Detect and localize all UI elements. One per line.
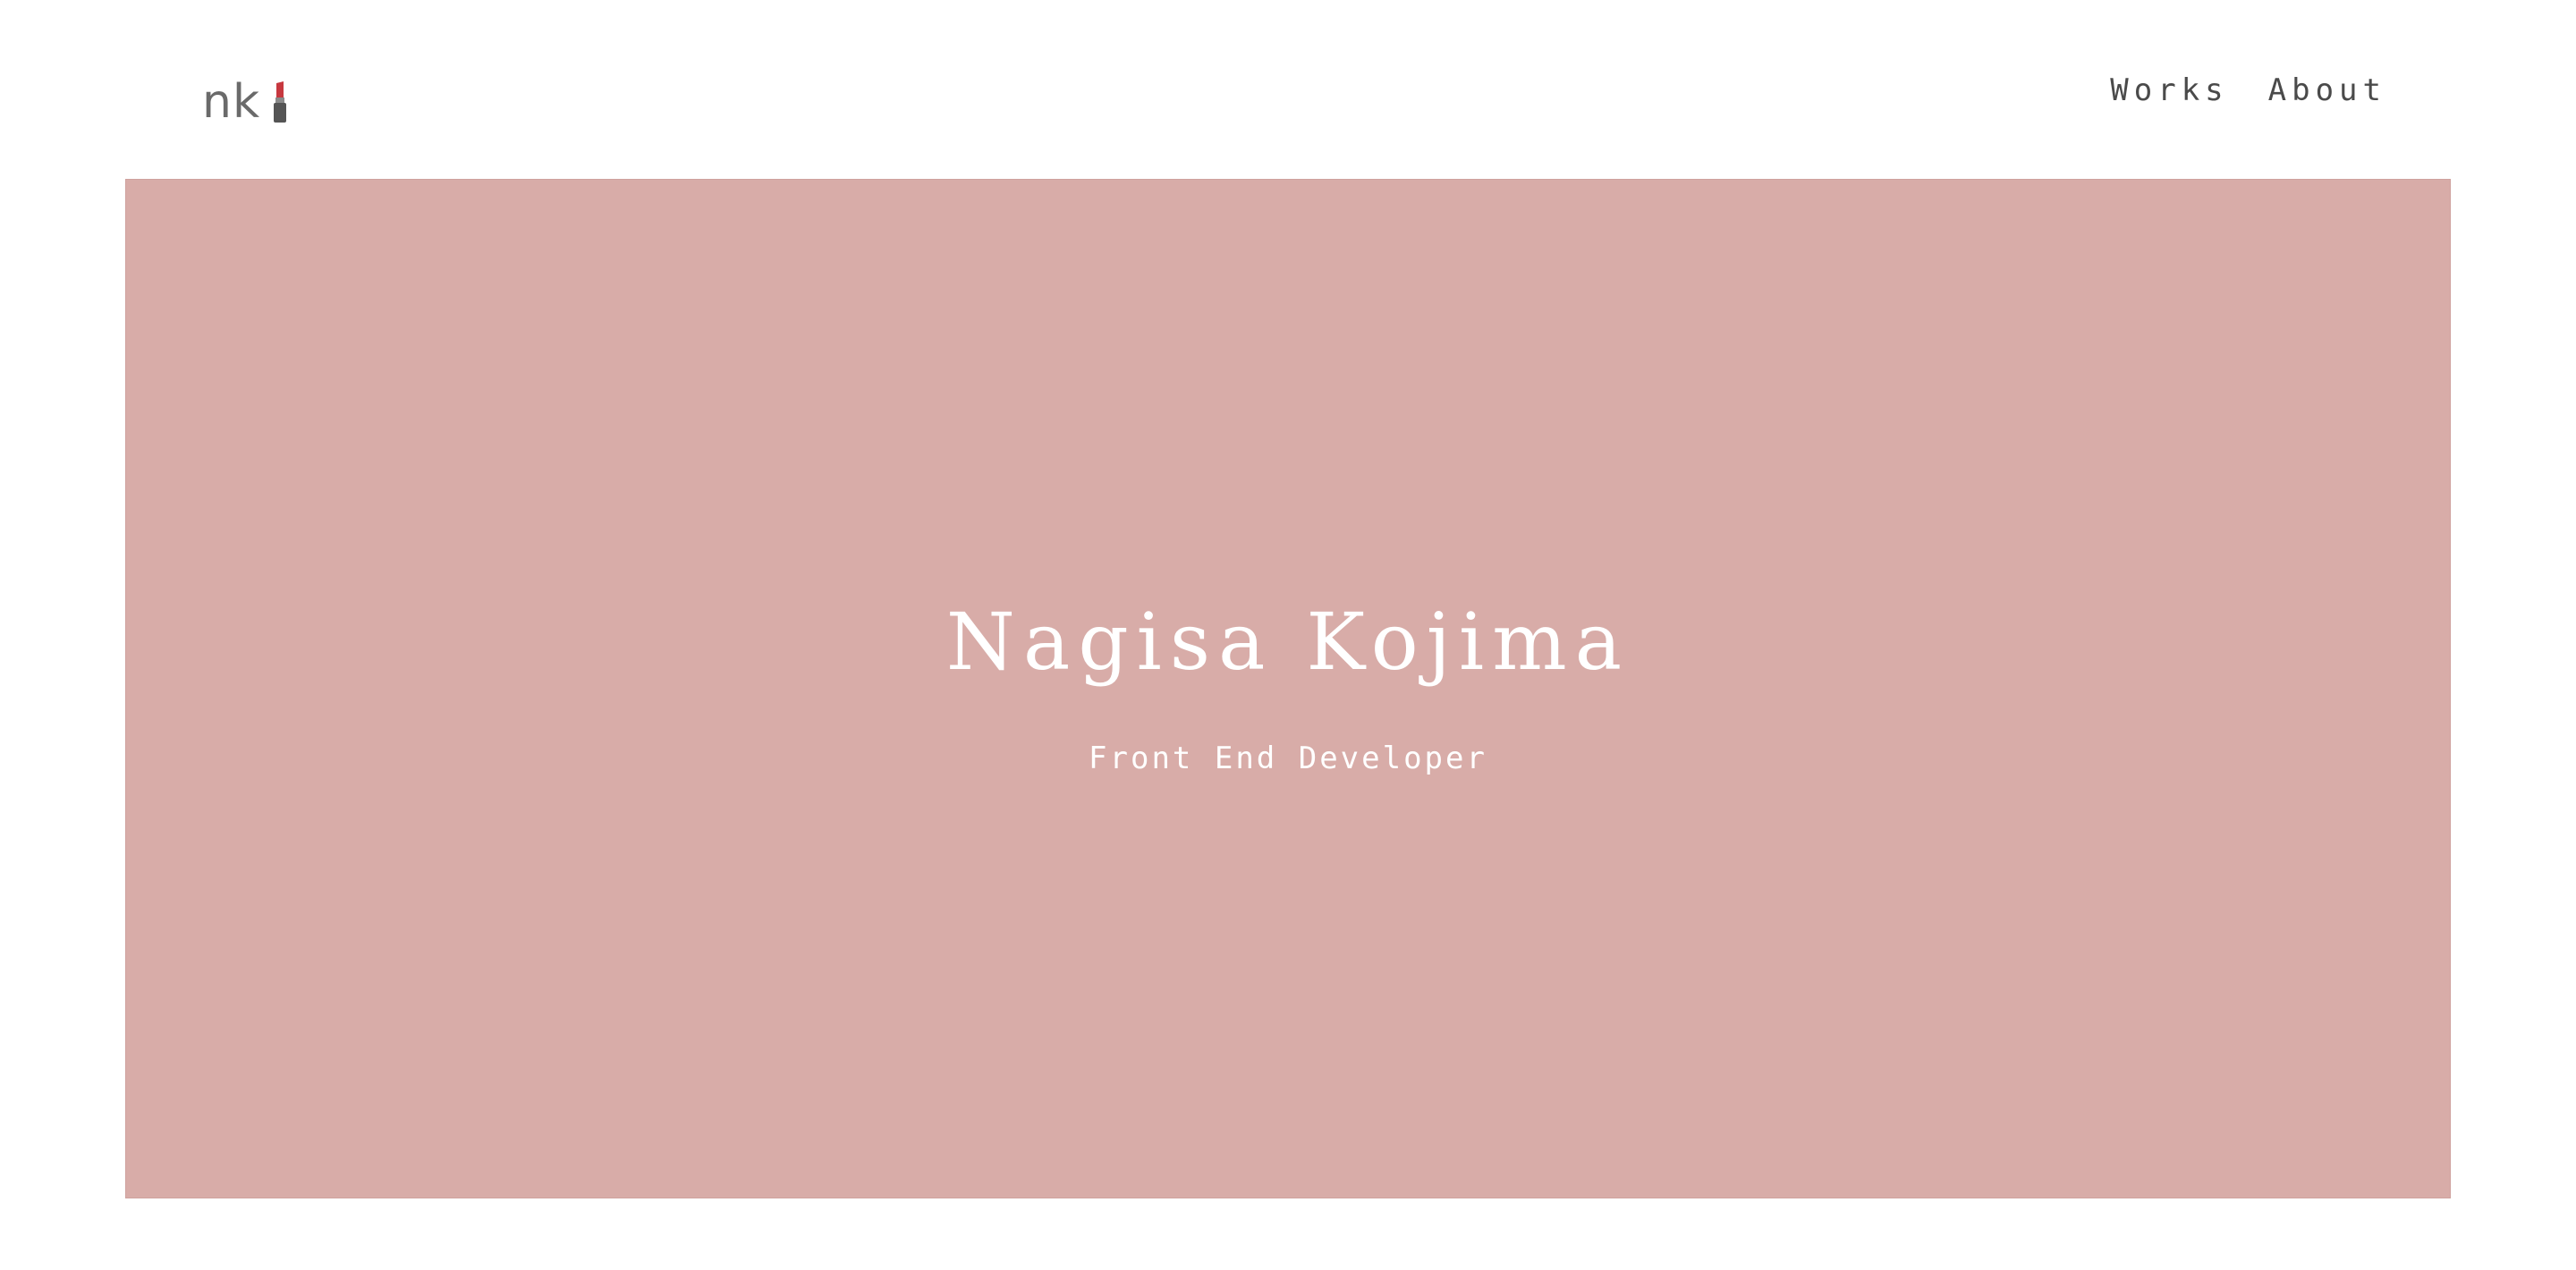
hero-banner: Nagisa Kojima Front End Developer	[125, 179, 2451, 1198]
lipstick-icon	[274, 81, 287, 123]
nav-about-link[interactable]: About	[2268, 75, 2386, 106]
page: nk Works About Nagisa Kojima Front End D…	[0, 0, 2576, 1270]
hero-title: Nagisa Kojima	[945, 596, 1631, 688]
hero-subtitle: Front End Developer	[1089, 741, 1487, 776]
logo-link[interactable]: nk	[202, 75, 289, 129]
nav-works-link[interactable]: Works	[2110, 75, 2228, 106]
main-nav: Works About	[2110, 75, 2386, 106]
logo-text: nk	[202, 75, 261, 129]
site-header: nk Works About	[0, 0, 2576, 179]
